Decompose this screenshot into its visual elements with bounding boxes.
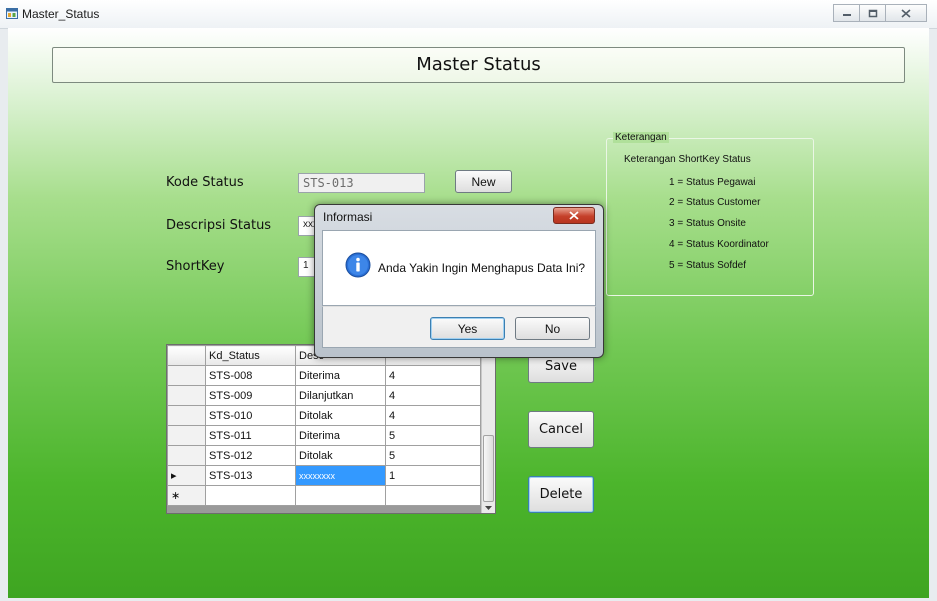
delete-button[interactable]: Delete <box>528 476 594 513</box>
close-icon <box>569 211 579 220</box>
window-title: Master_Status <box>22 7 100 21</box>
scroll-down-icon[interactable] <box>485 506 492 510</box>
keterangan-groupbox: Keterangan Keterangan ShortKey Status 1 … <box>606 132 814 296</box>
new-button[interactable]: New <box>455 170 512 193</box>
row-header[interactable] <box>167 425 206 446</box>
header-panel: Master Status <box>52 47 905 83</box>
cell-kd-status[interactable]: STS-012 <box>205 445 296 466</box>
cell-desc[interactable]: Diterima <box>295 425 386 446</box>
keterangan-item: 2 = Status Customer <box>669 197 761 208</box>
keterangan-item: 3 = Status Onsite <box>669 218 746 229</box>
cell-shortkey[interactable]: 4 <box>385 405 481 426</box>
keterangan-item: 1 = Status Pegawai <box>669 177 756 188</box>
info-icon <box>345 252 371 278</box>
grid-vertical-scrollbar[interactable] <box>481 345 495 513</box>
table-row[interactable]: STS-010 Ditolak 4 <box>167 405 481 426</box>
cell-shortkey[interactable]: 4 <box>385 385 481 406</box>
cell-shortkey[interactable]: 4 <box>385 365 481 386</box>
table-row-new[interactable]: ∗ <box>167 485 481 506</box>
cell-shortkey[interactable]: 1 <box>385 465 481 486</box>
yes-button[interactable]: Yes <box>430 317 505 340</box>
confirm-dialog: Informasi Anda Yakin Ingin Menghapus Dat… <box>314 204 604 358</box>
row-header[interactable] <box>167 365 206 386</box>
window-controls <box>833 4 927 22</box>
cell-kd-status[interactable] <box>205 485 296 506</box>
close-icon <box>901 8 911 18</box>
cell-shortkey[interactable]: 5 <box>385 445 481 466</box>
cell-desc[interactable]: Dilanjutkan <box>295 385 386 406</box>
grid-table: Kd_Status Desc STS-008 Diterima 4 STS-00… <box>167 345 481 506</box>
keterangan-heading: Keterangan ShortKey Status <box>624 154 751 165</box>
cell-desc[interactable] <box>295 485 386 506</box>
cell-shortkey[interactable]: 5 <box>385 425 481 446</box>
row-header[interactable] <box>167 445 206 466</box>
maximize-button[interactable] <box>859 4 886 22</box>
cell-desc[interactable]: Ditolak <box>295 445 386 466</box>
cell-kd-status[interactable]: STS-013 <box>205 465 296 486</box>
row-header[interactable] <box>167 385 206 406</box>
table-row[interactable]: STS-012 Ditolak 5 <box>167 445 481 466</box>
keterangan-item: 5 = Status Sofdef <box>669 260 746 271</box>
row-header-new[interactable]: ∗ <box>167 485 206 506</box>
cell-desc[interactable]: Ditolak <box>295 405 386 426</box>
cell-kd-status[interactable]: STS-008 <box>205 365 296 386</box>
row-header[interactable] <box>167 405 206 426</box>
form-icon <box>6 8 18 19</box>
deskripsi-status-label: Descripsi Status <box>166 218 272 233</box>
keterangan-legend: Keterangan <box>613 132 669 143</box>
scrollbar-thumb[interactable] <box>483 435 494 502</box>
kode-status-field[interactable]: STS-013 <box>298 173 425 193</box>
table-row[interactable]: STS-011 Diterima 5 <box>167 425 481 446</box>
dialog-title: Informasi <box>323 210 373 224</box>
cell-shortkey[interactable] <box>385 485 481 506</box>
page-title: Master Status <box>416 54 541 75</box>
cell-kd-status[interactable]: STS-010 <box>205 405 296 426</box>
shortkey-label: ShortKey <box>166 259 225 274</box>
dialog-body: Anda Yakin Ingin Menghapus Data Ini? <box>322 230 596 306</box>
minimize-icon <box>842 14 851 16</box>
keterangan-item: 4 = Status Koordinator <box>669 239 769 250</box>
row-header-corner <box>167 345 206 366</box>
cancel-button[interactable]: Cancel <box>528 411 594 448</box>
dialog-message: Anda Yakin Ingin Menghapus Data Ini? <box>378 261 586 275</box>
cell-kd-status[interactable]: STS-011 <box>205 425 296 446</box>
status-data-grid[interactable]: Kd_Status Desc STS-008 Diterima 4 STS-00… <box>166 344 496 514</box>
maximize-icon <box>868 9 877 17</box>
cell-desc-selected[interactable]: xxxxxxxx <box>295 465 386 486</box>
table-row-selected[interactable]: ▸ STS-013 xxxxxxxx 1 <box>167 465 481 486</box>
column-header-kd-status[interactable]: Kd_Status <box>205 345 296 366</box>
title-bar: Master_Status <box>0 0 937 29</box>
no-button[interactable]: No <box>515 317 590 340</box>
cell-kd-status[interactable]: STS-009 <box>205 385 296 406</box>
row-header-current[interactable]: ▸ <box>167 465 206 486</box>
table-row[interactable]: STS-008 Diterima 4 <box>167 365 481 386</box>
window-close-button[interactable] <box>885 4 927 22</box>
cell-desc[interactable]: Diterima <box>295 365 386 386</box>
minimize-button[interactable] <box>833 4 860 22</box>
dialog-close-button[interactable] <box>553 207 595 224</box>
dialog-footer: Yes No <box>322 306 596 348</box>
table-row[interactable]: STS-009 Dilanjutkan 4 <box>167 385 481 406</box>
kode-status-label: Kode Status <box>166 175 244 190</box>
